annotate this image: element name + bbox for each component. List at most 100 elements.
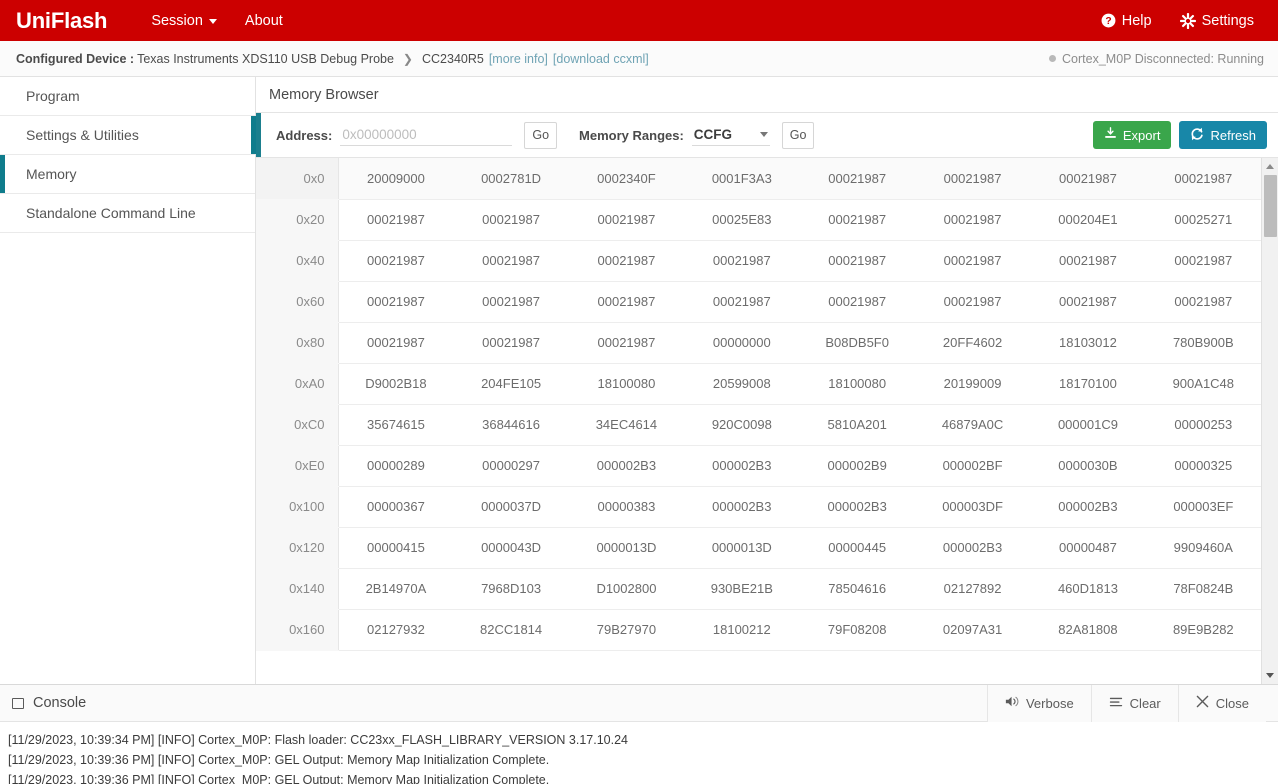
memory-value-cell[interactable]: 900A1C48 <box>1146 363 1261 404</box>
memory-value-cell[interactable]: 930BE21B <box>684 568 799 609</box>
table-row[interactable]: 0xA0D9002B18204FE10518100080205990081810… <box>256 363 1261 404</box>
memory-value-cell[interactable]: 000002B3 <box>915 527 1030 568</box>
table-row[interactable]: 0xE00000028900000297000002B3000002B30000… <box>256 445 1261 486</box>
settings-button[interactable]: Settings <box>1170 7 1264 35</box>
table-row[interactable]: 0x2000021987000219870002198700025E830002… <box>256 199 1261 240</box>
memory-value-cell[interactable]: 000002B3 <box>684 486 799 527</box>
memory-value-cell[interactable]: 00000325 <box>1146 445 1261 486</box>
table-row[interactable]: 0x1600212793282CC181479B279701810021279F… <box>256 609 1261 650</box>
memory-value-cell[interactable]: 00021987 <box>800 281 915 322</box>
memory-value-cell[interactable]: 000001C9 <box>1030 404 1145 445</box>
memory-value-cell[interactable]: 00021987 <box>684 281 799 322</box>
table-row[interactable]: 0x120000004150000043D0000013D0000013D000… <box>256 527 1261 568</box>
memory-value-cell[interactable]: 00021987 <box>453 240 568 281</box>
address-input[interactable] <box>340 124 512 146</box>
memory-value-cell[interactable]: 00021987 <box>800 240 915 281</box>
export-button[interactable]: Export <box>1093 121 1172 149</box>
memory-value-cell[interactable]: 0002781D <box>453 158 568 199</box>
memory-value-cell[interactable]: 20FF4602 <box>915 322 1030 363</box>
memory-value-cell[interactable]: 000003DF <box>915 486 1030 527</box>
console-log[interactable]: [11/29/2023, 10:39:34 PM] [INFO] Cortex_… <box>0 722 1278 784</box>
memory-value-cell[interactable]: 920C0098 <box>684 404 799 445</box>
memory-value-cell[interactable]: 204FE105 <box>453 363 568 404</box>
memory-value-cell[interactable]: 00000383 <box>569 486 684 527</box>
memory-value-cell[interactable]: 0000013D <box>684 527 799 568</box>
memory-value-cell[interactable]: 18170100 <box>1030 363 1145 404</box>
table-row[interactable]: 0xC0356746153684461634EC4614920C00985810… <box>256 404 1261 445</box>
memory-value-cell[interactable]: 2B14970A <box>338 568 453 609</box>
memory-value-cell[interactable]: 460D1813 <box>1030 568 1145 609</box>
memory-value-cell[interactable]: 36844616 <box>453 404 568 445</box>
memory-ranges-select[interactable]: CCFG <box>692 125 770 146</box>
memory-value-cell[interactable]: 000002BF <box>915 445 1030 486</box>
help-button[interactable]: ? Help <box>1091 7 1162 35</box>
sidebar-item-standalone-command-line[interactable]: Standalone Command Line <box>0 194 255 233</box>
memory-value-cell[interactable]: 0001F3A3 <box>684 158 799 199</box>
scrollbar-track[interactable] <box>1262 175 1278 667</box>
memory-value-cell[interactable]: 0000037D <box>453 486 568 527</box>
memory-value-cell[interactable]: 00021987 <box>800 199 915 240</box>
scrollbar-down-button[interactable] <box>1262 667 1278 684</box>
memory-value-cell[interactable]: 00021987 <box>453 199 568 240</box>
memory-value-cell[interactable]: 82CC1814 <box>453 609 568 650</box>
memory-value-cell[interactable]: 0000013D <box>569 527 684 568</box>
memory-value-cell[interactable]: 0000043D <box>453 527 568 568</box>
memory-value-cell[interactable]: 00021987 <box>800 158 915 199</box>
table-row[interactable]: 0x8000021987000219870002198700000000B08D… <box>256 322 1261 363</box>
memory-value-cell[interactable]: 00021987 <box>1146 158 1261 199</box>
memory-value-cell[interactable]: 00000000 <box>684 322 799 363</box>
address-go-button[interactable]: Go <box>524 122 557 149</box>
sidebar-item-settings-utilities[interactable]: Settings & Utilities <box>0 116 255 155</box>
memory-value-cell[interactable]: 000002B9 <box>800 445 915 486</box>
memory-value-cell[interactable]: 00025E83 <box>684 199 799 240</box>
memory-value-cell[interactable]: 79B27970 <box>569 609 684 650</box>
memory-value-cell[interactable]: 000204E1 <box>1030 199 1145 240</box>
memory-value-cell[interactable]: 00021987 <box>569 240 684 281</box>
verbose-button[interactable]: Verbose <box>987 685 1091 722</box>
memory-value-cell[interactable]: 00021987 <box>453 281 568 322</box>
memory-value-cell[interactable]: 00021987 <box>338 281 453 322</box>
memory-value-cell[interactable]: 00021987 <box>915 281 1030 322</box>
memory-value-cell[interactable]: 02127892 <box>915 568 1030 609</box>
nav-menu-about[interactable]: About <box>235 7 293 35</box>
memory-value-cell[interactable]: 00021987 <box>915 158 1030 199</box>
memory-value-cell[interactable]: 00021987 <box>1030 281 1145 322</box>
table-row[interactable]: 0x40000219870002198700021987000219870002… <box>256 240 1261 281</box>
memory-value-cell[interactable]: 000002B3 <box>684 445 799 486</box>
memory-value-cell[interactable]: 00021987 <box>338 240 453 281</box>
memory-value-cell[interactable]: 46879A0C <box>915 404 1030 445</box>
table-row[interactable]: 0x1402B14970A7968D103D1002800930BE21B785… <box>256 568 1261 609</box>
memory-value-cell[interactable]: 20599008 <box>684 363 799 404</box>
memory-value-cell[interactable]: 00000367 <box>338 486 453 527</box>
sidebar-item-program[interactable]: Program <box>0 77 255 116</box>
memory-value-cell[interactable]: 82A81808 <box>1030 609 1145 650</box>
memory-value-cell[interactable]: 00021987 <box>915 199 1030 240</box>
memory-value-cell[interactable]: 00021987 <box>569 322 684 363</box>
close-button[interactable]: Close <box>1178 685 1266 722</box>
memory-value-cell[interactable]: 00000253 <box>1146 404 1261 445</box>
refresh-button[interactable]: Refresh <box>1179 121 1267 149</box>
memory-value-cell[interactable]: 18103012 <box>1030 322 1145 363</box>
clear-button[interactable]: Clear <box>1091 685 1178 722</box>
more-info-link[interactable]: [more info] <box>489 52 548 66</box>
memory-value-cell[interactable]: 780B900B <box>1146 322 1261 363</box>
memory-value-cell[interactable]: 35674615 <box>338 404 453 445</box>
table-row[interactable]: 0x100000003670000037D00000383000002B3000… <box>256 486 1261 527</box>
table-row[interactable]: 0x0200090000002781D0002340F0001F3A300021… <box>256 158 1261 199</box>
memory-value-cell[interactable]: 00025271 <box>1146 199 1261 240</box>
memory-value-cell[interactable]: 00021987 <box>915 240 1030 281</box>
memory-value-cell[interactable]: 78504616 <box>800 568 915 609</box>
memory-value-cell[interactable]: 00000289 <box>338 445 453 486</box>
memory-value-cell[interactable]: 9909460A <box>1146 527 1261 568</box>
memory-value-cell[interactable]: 00000487 <box>1030 527 1145 568</box>
memory-value-cell[interactable]: 79F08208 <box>800 609 915 650</box>
memory-value-cell[interactable]: 00021987 <box>338 199 453 240</box>
memory-value-cell[interactable]: B08DB5F0 <box>800 322 915 363</box>
memory-value-cell[interactable]: 20199009 <box>915 363 1030 404</box>
memory-value-cell[interactable]: 00021987 <box>453 322 568 363</box>
memory-value-cell[interactable]: 02097A31 <box>915 609 1030 650</box>
memory-value-cell[interactable]: 00000297 <box>453 445 568 486</box>
nav-menu-session[interactable]: Session <box>141 7 227 35</box>
memory-ranges-go-button[interactable]: Go <box>782 122 815 149</box>
memory-value-cell[interactable]: 18100080 <box>569 363 684 404</box>
